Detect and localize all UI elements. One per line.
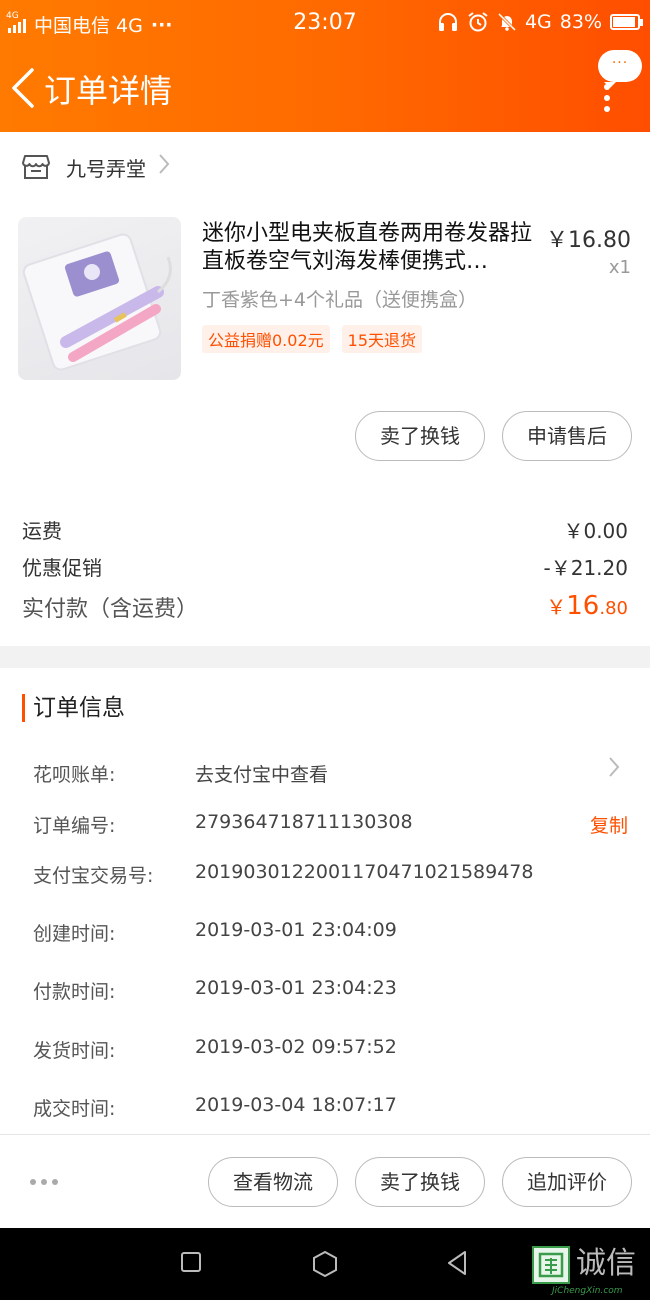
alarm-icon [468, 12, 488, 32]
watermark: 诚信 [532, 1246, 636, 1284]
total-currency: ￥ [546, 595, 567, 619]
shipped-time-value: 2019-03-02 09:57:52 [195, 1036, 397, 1058]
total-decimal: .80 [599, 598, 628, 619]
chevron-right-icon [608, 756, 620, 784]
closed-time-row: 成交时间: 2019-03-04 18:07:17 [33, 1094, 628, 1122]
status-bar: 4G 中国电信 4G ··· 23:07 4G 83% [0, 0, 650, 46]
total-integer: 16 [566, 591, 600, 621]
huabei-value: 去支付宝中查看 [195, 764, 329, 786]
headphones-icon [438, 13, 457, 31]
product-title[interactable]: 迷你小型电夹板直卷两用卷发器拉直板卷空气刘海发棒便携式… [202, 220, 537, 276]
shipped-time-label: 发货时间: [33, 1040, 116, 1062]
after-sale-button[interactable]: 申请售后 [502, 411, 632, 461]
chevron-right-icon [158, 153, 170, 181]
paid-time-value: 2019-03-01 23:04:23 [195, 977, 397, 999]
alipay-trade-value: 2019030122001170471021589478 [195, 861, 534, 883]
header: 4G 中国电信 4G ··· 23:07 4G 83% 订单详情 ··· [0, 0, 650, 132]
copy-button[interactable]: 复制 [590, 811, 628, 838]
total-label: 实付款（含运费） [22, 597, 199, 622]
section-divider [0, 646, 650, 668]
closed-time-label: 成交时间: [33, 1098, 116, 1120]
order-number-label: 订单编号: [33, 815, 116, 837]
network-type: 4G [524, 11, 552, 33]
add-review-button[interactable]: 追加评价 [502, 1157, 632, 1207]
discount-label: 优惠促销 [22, 556, 102, 580]
paid-time-row: 付款时间: 2019-03-01 23:04:23 [33, 977, 628, 1005]
total-amount: ￥16.80 [546, 591, 628, 623]
total-row: 实付款（含运费） ￥16.80 [22, 591, 628, 623]
product-price: ￥16.80 [546, 228, 631, 253]
back-arrow-icon[interactable] [10, 66, 36, 110]
back-icon[interactable] [446, 1250, 468, 1276]
view-logistics-button[interactable]: 查看物流 [208, 1157, 338, 1207]
charity-tag: 公益捐赠0.02元 [202, 325, 330, 353]
sell-button-bottom[interactable]: 卖了换钱 [355, 1157, 485, 1207]
shipping-value: ￥0.00 [563, 519, 628, 543]
shipping-row: 运费 ￥0.00 [22, 515, 628, 544]
page-title: 订单详情 [44, 72, 173, 110]
huabei-row[interactable]: 花呗账单: 去支付宝中查看 [33, 757, 628, 788]
recent-apps-icon[interactable] [180, 1250, 202, 1274]
shipping-label: 运费 [22, 519, 62, 543]
order-number-row: 订单编号: 279364718711130308 复制 [33, 811, 628, 839]
alipay-trade-row: 支付宝交易号: 2019030122001170471021589478 [33, 861, 628, 889]
product-sku: 丁香紫色+4个礼品（送便携盒） [202, 289, 478, 311]
discount-row: 优惠促销 -￥21.20 [22, 552, 628, 581]
more-vertical-icon[interactable] [602, 84, 612, 117]
closed-time-value: 2019-03-04 18:07:17 [195, 1094, 397, 1116]
shop-row[interactable]: 九号弄堂 [0, 142, 650, 192]
product-tags: 公益捐赠0.02元 15天退货 [202, 325, 423, 353]
product-thumbnail[interactable] [18, 217, 181, 380]
return-policy-tag: 15天退货 [341, 325, 423, 353]
bottom-action-bar: 查看物流 卖了换钱 追加评价 [0, 1134, 650, 1228]
order-number-value: 279364718711130308 [195, 811, 413, 833]
created-time-label: 创建时间: [33, 923, 116, 945]
shipped-time-row: 发货时间: 2019-03-02 09:57:52 [33, 1036, 628, 1064]
huabei-label: 花呗账单: [33, 764, 116, 786]
product-quantity: x1 [608, 257, 631, 278]
created-time-value: 2019-03-01 23:04:09 [195, 919, 397, 941]
hair-straightener-image [22, 233, 172, 371]
battery-percent: 83% [559, 11, 602, 33]
store-icon [22, 155, 50, 179]
sell-button[interactable]: 卖了换钱 [355, 411, 485, 461]
created-time-row: 创建时间: 2019-03-01 23:04:09 [33, 919, 628, 947]
shop-name: 九号弄堂 [66, 156, 146, 181]
discount-value: -￥21.20 [543, 556, 628, 580]
home-icon[interactable] [312, 1250, 338, 1278]
paid-time-label: 付款时间: [33, 981, 116, 1003]
watermark-logo [532, 1246, 570, 1284]
mute-bell-icon [497, 12, 517, 32]
alipay-trade-label: 支付宝交易号: [33, 865, 154, 887]
battery-icon [610, 14, 643, 30]
message-bubble-icon[interactable]: ··· [598, 50, 642, 88]
status-right: 4G 83% [437, 11, 643, 33]
order-info-title: 订单信息 [22, 694, 125, 722]
battery-fill [613, 17, 635, 27]
more-horizontal-icon[interactable] [30, 1179, 58, 1185]
watermark-text: 诚信 [576, 1246, 636, 1281]
watermark-subtext: JiChengXin.com [552, 1286, 623, 1296]
